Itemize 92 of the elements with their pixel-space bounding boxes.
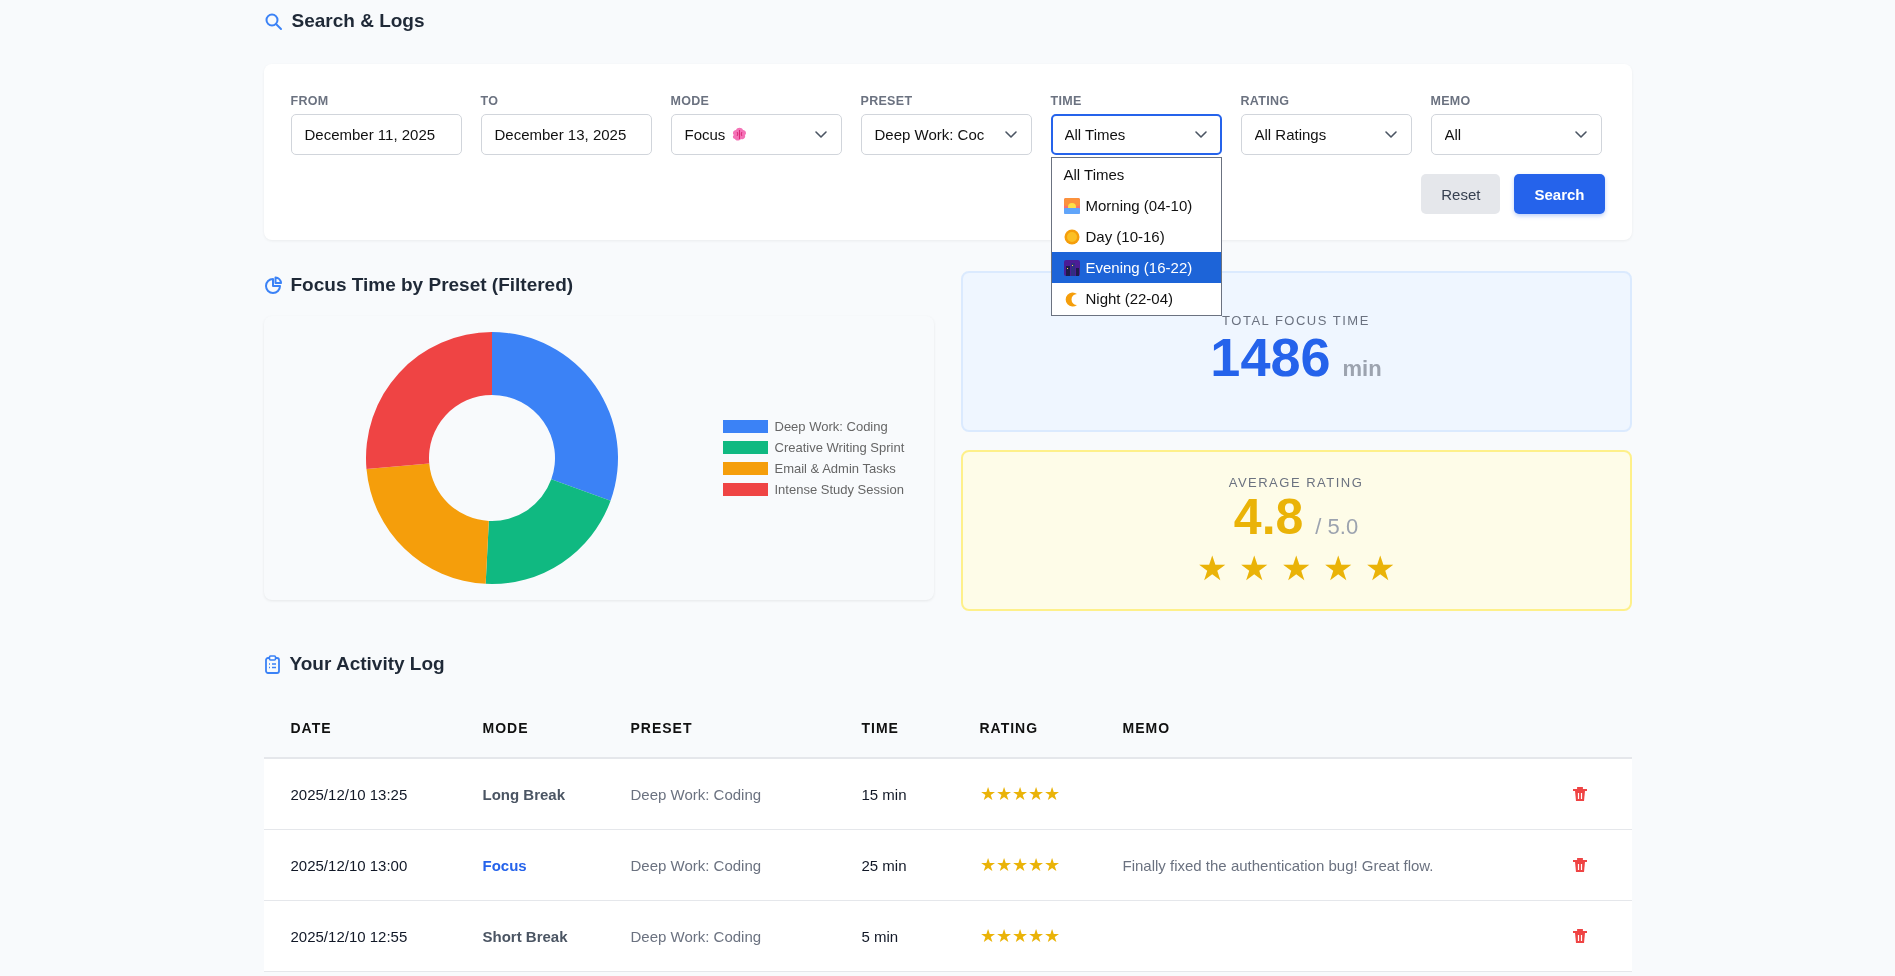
- sun-icon: [1063, 228, 1080, 245]
- field-label: MEMO: [1430, 94, 1472, 108]
- select-field[interactable]: All Times: [1050, 114, 1222, 155]
- column-header: DATE: [290, 720, 333, 736]
- chevron-down-icon: [1003, 129, 1018, 140]
- star-icon: ★: [1043, 925, 1060, 947]
- star-icon: ★: [1011, 854, 1028, 876]
- legend-label: Deep Work: Coding: [774, 419, 888, 434]
- field-label: RATING: [1240, 94, 1291, 108]
- field-label: PRESET: [860, 94, 914, 108]
- star-icon: ★: [995, 783, 1012, 805]
- star-icon: ★: [1365, 551, 1395, 585]
- table-cell-text: 15 min: [861, 785, 908, 803]
- column-header: RATING: [979, 720, 1040, 736]
- dropdown-option[interactable]: Night (22-04): [1051, 283, 1221, 314]
- reset-button[interactable]: Reset: [1421, 174, 1501, 214]
- table-cell-text: 2025/12/10 13:00: [290, 856, 409, 874]
- star-icon: ★: [979, 925, 996, 947]
- section-title: Your Activity Log: [289, 653, 445, 675]
- star-icon: ★: [1027, 783, 1044, 805]
- table-cell-text: Deep Work: Coding: [630, 785, 763, 803]
- table-cell-text: 25 min: [861, 856, 908, 874]
- stat-label: TOTAL FOCUS TIME: [1222, 313, 1370, 328]
- legend-swatch: [722, 462, 768, 475]
- star-icon: ★: [1281, 551, 1311, 585]
- chevron-down-icon: [1573, 129, 1588, 140]
- delete-icon[interactable]: [1571, 857, 1588, 873]
- search-icon: [263, 11, 283, 31]
- city-night-icon: [1063, 259, 1080, 276]
- chevron-down-icon: [1193, 129, 1208, 140]
- column-header: PRESET: [630, 720, 694, 736]
- table-cell-text: Deep Work: Coding: [630, 856, 763, 874]
- select-field[interactable]: All Ratings: [1240, 114, 1412, 155]
- mode-cell-text: Short Break: [482, 927, 569, 945]
- star-icon: ★: [1027, 925, 1044, 947]
- stat-unit: min: [1342, 356, 1382, 382]
- legend-label: Intense Study Session: [774, 482, 904, 497]
- brain-icon: [731, 126, 749, 143]
- table-cell-text: Deep Work: Coding: [630, 927, 763, 945]
- dropdown-option[interactable]: Day (10-16): [1051, 221, 1221, 252]
- dropdown-option[interactable]: Morning (04-10): [1051, 190, 1221, 221]
- chevron-down-icon: [813, 129, 828, 140]
- star-icon: ★: [1239, 551, 1269, 585]
- clipboard-icon: [263, 654, 281, 674]
- column-header: MODE: [482, 720, 530, 736]
- table-cell-text: 5 min: [861, 927, 900, 945]
- search-button[interactable]: Search: [1514, 174, 1605, 214]
- pie-chart-icon: [263, 276, 282, 294]
- table-cell-text: 2025/12/10 12:55: [290, 927, 409, 945]
- legend-swatch: [722, 483, 768, 496]
- column-header: TIME: [861, 720, 900, 736]
- sunrise-icon: [1063, 197, 1080, 214]
- star-icon: ★: [1043, 854, 1060, 876]
- table-cell-text: 2025/12/10 13:25: [290, 785, 409, 803]
- star-icon: ★: [1043, 783, 1060, 805]
- dropdown-option[interactable]: Evening (16-22): [1051, 252, 1221, 283]
- column-header: MEMO: [1122, 720, 1172, 736]
- star-icon: ★: [1197, 551, 1227, 585]
- field-label: TO: [480, 94, 500, 108]
- select-field[interactable]: Focus: [670, 114, 842, 155]
- legend-label: Creative Writing Sprint: [774, 440, 905, 455]
- select-field[interactable]: All: [1430, 114, 1602, 155]
- field-label: FROM: [290, 94, 330, 108]
- legend-swatch: [722, 420, 768, 433]
- stat-value: 1486: [1210, 328, 1331, 388]
- field-label: TIME: [1050, 94, 1083, 108]
- star-icon: ★: [979, 783, 996, 805]
- section-title: Focus Time by Preset (Filtered): [290, 274, 574, 296]
- star-icon: ★: [1323, 551, 1353, 585]
- mode-cell-text: Focus: [482, 856, 528, 874]
- star-icon: ★: [979, 854, 996, 876]
- dropdown-option[interactable]: All Times: [1051, 159, 1221, 190]
- star-icon: ★: [1027, 854, 1044, 876]
- select-field[interactable]: Deep Work: Coc: [860, 114, 1032, 155]
- stat-label: AVERAGE RATING: [1228, 475, 1364, 490]
- star-icon: ★: [995, 925, 1012, 947]
- chevron-down-icon: [1383, 129, 1398, 140]
- mode-cell-text: Long Break: [482, 785, 566, 803]
- delete-icon[interactable]: [1571, 928, 1588, 944]
- date-field[interactable]: December 11, 2025: [290, 114, 462, 155]
- delete-icon[interactable]: [1571, 786, 1588, 802]
- section-title: Search & Logs: [291, 10, 425, 32]
- legend-label: Email & Admin Tasks: [774, 461, 896, 476]
- stat-scale: / 5.0: [1315, 514, 1359, 540]
- star-icon: ★: [1011, 783, 1028, 805]
- legend-swatch: [722, 441, 768, 454]
- star-icon: ★: [1011, 925, 1028, 947]
- field-label: MODE: [670, 94, 711, 108]
- date-field[interactable]: December 13, 2025: [480, 114, 652, 155]
- star-icon: ★: [995, 854, 1012, 876]
- stat-value: 4.8: [1233, 490, 1304, 545]
- memo-cell-text: Finally fixed the authentication bug! Great flow.: [1122, 856, 1435, 874]
